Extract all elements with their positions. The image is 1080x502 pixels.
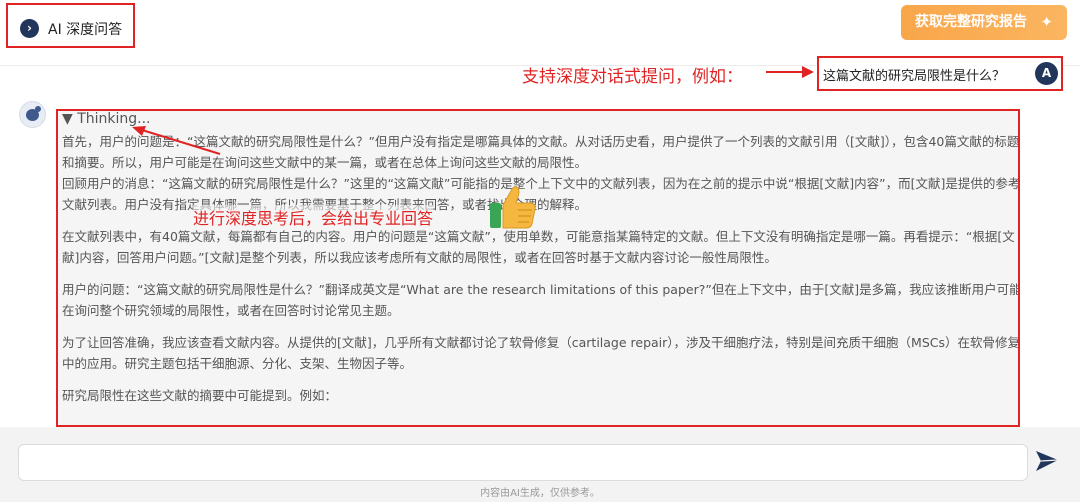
thinking-paragraph: 用户的问题：“这篇文献的研究局限性是什么？”翻译成英文是“What are th… [62,282,1020,318]
thinking-paragraph: 研究局限性在这些文献的摘要中可能提到。例如： [62,388,338,403]
user-message-text: 这篇文献的研究局限性是什么？ [823,69,1006,84]
thumbs-up-icon [490,186,536,229]
chat-input[interactable] [18,444,1028,481]
thinking-content: 首先，用户的问题是：“这篇文献的研究局限性是什么？”但用户没有指定是哪篇具体的文… [62,131,1020,417]
thinking-paragraph: 为了让回答准确，我应该查看文献内容。从提供的[文献]，几乎所有文献都讨论了软骨修… [62,335,1020,371]
get-report-button[interactable]: 获取完整研究报告 ✦ [901,5,1067,40]
sparkle-icon: ✦ [1040,13,1053,31]
annotation-arrow-right [766,66,814,78]
user-avatar: A [1035,62,1058,85]
chevron-right-icon[interactable]: › [20,19,39,38]
annotation-dialog-text: 支持深度对话式提问，例如： [522,67,743,87]
send-icon[interactable] [1034,448,1060,474]
footer-bar: 内容由AI生成，仅供参考。 [0,427,1080,502]
user-message-highlight: 这篇文献的研究局限性是什么？ A [817,56,1063,91]
annotation-arrow-left [132,126,221,155]
thinking-paragraph: 在文献列表中，有40篇文献，每篇都有自己的内容。用户的问题是“这篇文献”，使用单… [62,229,1015,265]
disclaimer-text: 内容由AI生成，仅供参考。 [480,488,600,499]
ai-avatar-icon [19,101,46,128]
annotation-thinking-text: 进行深度思考后，会给出专业回答 [193,205,434,229]
ai-avatar-shape [35,106,41,112]
report-button-label: 获取完整研究报告 [915,14,1027,30]
page-title: AI 深度问答 [48,22,123,38]
title-highlight-box: › AI 深度问答 [6,3,135,48]
